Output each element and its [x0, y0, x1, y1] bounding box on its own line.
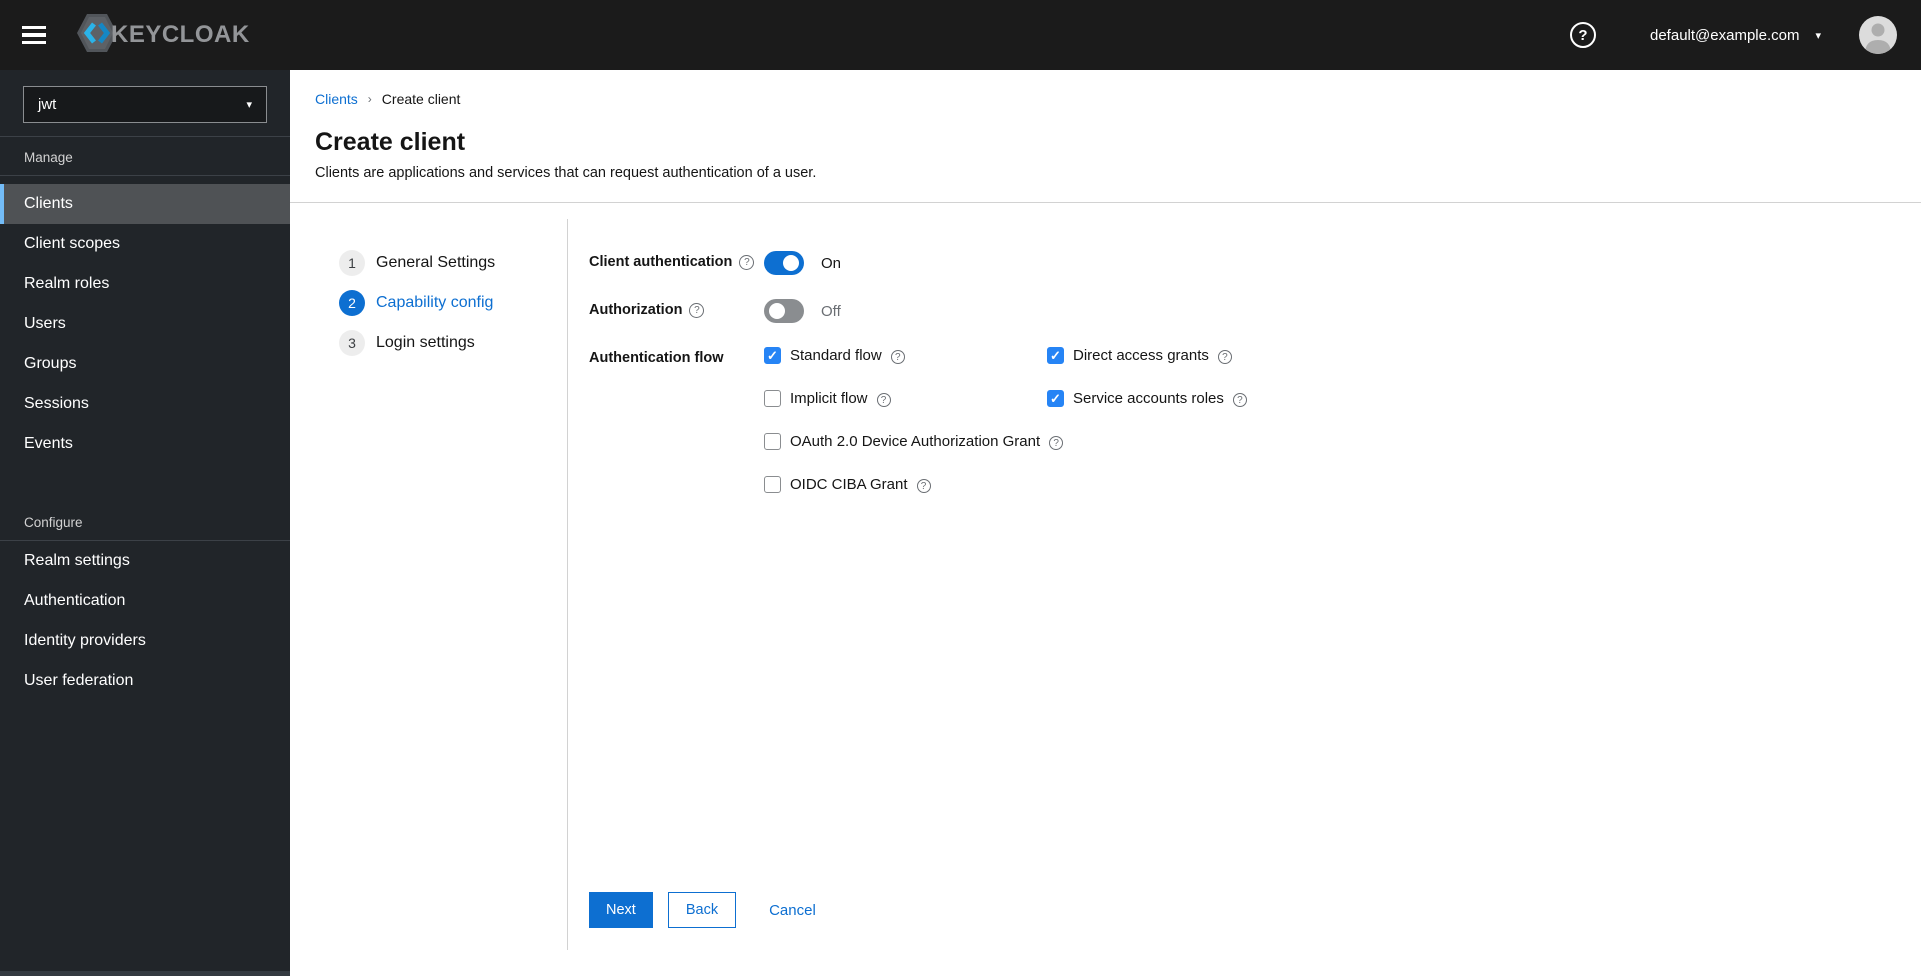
- client-authentication-row: Client authentication ? On: [589, 251, 1921, 275]
- breadcrumb-separator-icon: ›: [367, 92, 372, 106]
- next-button[interactable]: Next: [589, 892, 653, 928]
- oauth-device-grant-checkbox[interactable]: [764, 433, 781, 450]
- sidebar: jwt ▾ Manage Clients Client scopes Realm…: [0, 70, 290, 976]
- avatar[interactable]: [1859, 16, 1897, 54]
- sidebar-item-realm-roles[interactable]: Realm roles: [0, 264, 290, 304]
- masthead: KEYCLOAK ? default@example.com ▾: [0, 0, 1921, 70]
- chevron-down-icon: ▾: [1815, 29, 1821, 42]
- standard-flow-option: Standard flow ?: [764, 347, 1047, 364]
- sidebar-item-realm-settings[interactable]: Realm settings: [0, 541, 290, 581]
- realm-name: jwt: [38, 96, 57, 113]
- authorization-row: Authorization ? Off: [589, 299, 1921, 323]
- sidebar-item-sessions[interactable]: Sessions: [0, 384, 290, 424]
- help-icon[interactable]: ?: [689, 302, 705, 318]
- sidebar-item-client-scopes[interactable]: Client scopes: [0, 224, 290, 264]
- page-header: Clients › Create client Create client Cl…: [290, 70, 1921, 203]
- wizard-step-capability-config[interactable]: 2 Capability config: [290, 290, 567, 316]
- help-icon[interactable]: ?: [916, 479, 931, 493]
- nav-list-configure: Realm settings Authentication Identity p…: [0, 541, 290, 701]
- nav-section-configure: Configure: [0, 502, 290, 541]
- authentication-flow-row: Authentication flow Standard flow ? Dire…: [589, 347, 1921, 493]
- implicit-flow-checkbox[interactable]: [764, 390, 781, 407]
- oidc-ciba-grant-option: OIDC CIBA Grant ?: [764, 476, 1247, 493]
- step-label: Login settings: [376, 334, 475, 351]
- authentication-flow-label: Authentication flow: [589, 350, 724, 366]
- brand-text: KEYCLOAK: [111, 21, 250, 48]
- help-icon[interactable]: ?: [876, 393, 891, 407]
- realm-selector-area: jwt ▾: [0, 70, 290, 137]
- breadcrumb-link-clients[interactable]: Clients: [315, 91, 358, 107]
- standard-flow-checkbox[interactable]: [764, 347, 781, 364]
- chevron-down-icon: ▾: [246, 99, 252, 111]
- help-icon[interactable]: ?: [1217, 350, 1232, 364]
- service-accounts-roles-option: Service accounts roles ?: [1047, 390, 1247, 407]
- nav-list-manage: Clients Client scopes Realm roles Users …: [0, 184, 290, 464]
- page-subtitle: Clients are applications and services th…: [315, 165, 817, 181]
- keycloak-logo[interactable]: KEYCLOAK: [76, 11, 250, 60]
- help-icon[interactable]: ?: [1049, 436, 1064, 450]
- help-icon[interactable]: ?: [890, 350, 905, 364]
- wizard-step-general-settings[interactable]: 1 General Settings: [290, 250, 567, 276]
- sidebar-item-user-federation[interactable]: User federation: [0, 661, 290, 701]
- step-number: 1: [339, 250, 365, 276]
- help-icon[interactable]: ?: [1232, 393, 1247, 407]
- wizard-steps-nav: 1 General Settings 2 Capability config 3…: [290, 203, 567, 976]
- account-email: default@example.com: [1650, 26, 1800, 44]
- account-menu[interactable]: default@example.com ▾: [1650, 27, 1821, 44]
- authorization-state: Off: [821, 302, 841, 320]
- sidebar-item-groups[interactable]: Groups: [0, 344, 290, 384]
- capability-config-form: Client authentication ? On Authorization…: [568, 203, 1921, 976]
- page-title: Create client: [315, 128, 466, 156]
- authentication-flow-options: Standard flow ? Direct access grants ? I…: [764, 347, 1247, 493]
- nav-toggle-hamburger-icon[interactable]: [22, 26, 46, 44]
- oidc-ciba-grant-checkbox[interactable]: [764, 476, 781, 493]
- sidebar-item-events[interactable]: Events: [0, 424, 290, 464]
- main-area: Clients › Create client Create client Cl…: [290, 70, 1921, 976]
- cancel-button[interactable]: Cancel: [769, 892, 816, 928]
- sidebar-item-users[interactable]: Users: [0, 304, 290, 344]
- sidebar-item-authentication[interactable]: Authentication: [0, 581, 290, 621]
- step-number: 2: [339, 290, 365, 316]
- client-authentication-toggle[interactable]: [764, 251, 804, 275]
- direct-access-grants-option: Direct access grants ?: [1047, 347, 1247, 364]
- step-label: General Settings: [376, 254, 496, 271]
- wizard-step-login-settings[interactable]: 3 Login settings: [290, 330, 567, 356]
- implicit-flow-option: Implicit flow ?: [764, 390, 1047, 407]
- client-authentication-label: Client authentication ?: [589, 251, 764, 270]
- wizard-footer: Next Back Cancel: [589, 892, 1921, 976]
- authorization-label: Authorization ?: [589, 299, 764, 318]
- help-icon[interactable]: ?: [739, 254, 755, 270]
- oauth-device-grant-option: OAuth 2.0 Device Authorization Grant ?: [764, 433, 1247, 450]
- step-label: Capability config: [376, 294, 494, 311]
- authorization-toggle[interactable]: [764, 299, 804, 323]
- client-authentication-state: On: [821, 254, 842, 272]
- service-accounts-roles-checkbox[interactable]: [1047, 390, 1064, 407]
- direct-access-grants-checkbox[interactable]: [1047, 347, 1064, 364]
- realm-selector[interactable]: jwt ▾: [23, 86, 267, 123]
- sidebar-item-identity-providers[interactable]: Identity providers: [0, 621, 290, 661]
- step-number: 3: [339, 330, 365, 356]
- sidebar-item-clients[interactable]: Clients: [0, 184, 290, 224]
- breadcrumb: Clients › Create client: [315, 91, 1896, 107]
- help-icon[interactable]: ?: [1570, 22, 1596, 48]
- back-button[interactable]: Back: [667, 892, 737, 928]
- nav-section-manage: Manage: [0, 137, 290, 176]
- wizard-content: 1 General Settings 2 Capability config 3…: [290, 203, 1921, 976]
- breadcrumb-current: Create client: [381, 91, 461, 107]
